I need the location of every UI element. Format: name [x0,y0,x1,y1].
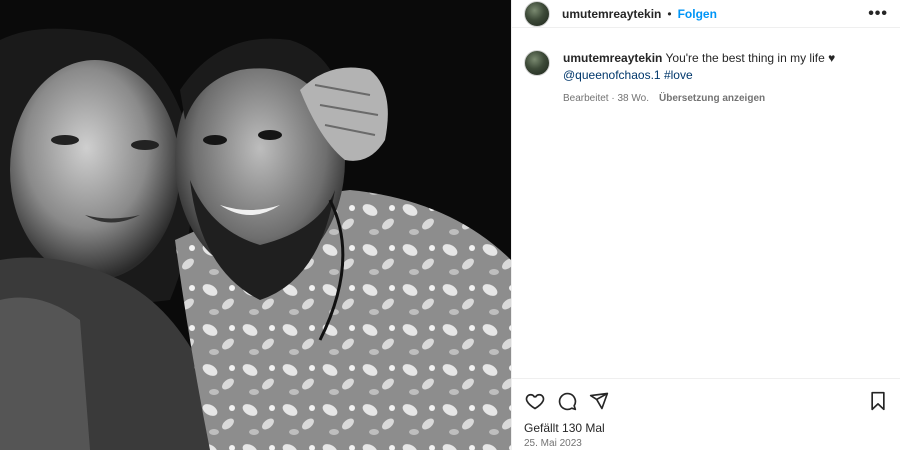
header-username[interactable]: umutemreaytekin [562,7,661,21]
follow-button[interactable]: Folgen [678,7,717,21]
post-sidebar: umutemreaytekin • Folgen ••• umutemreayt… [511,0,900,450]
caption-meta: Bearbeitet · 38 Wo. Übersetzung anzeigen [563,90,863,107]
post-header: umutemreaytekin • Folgen ••• [512,0,900,28]
caption: umutemreaytekin You're the best thing in… [512,38,900,107]
comment-icon[interactable] [556,390,578,412]
more-options-icon[interactable]: ••• [868,5,888,23]
action-bar: Gefällt 130 Mal 25. Mai 2023 [512,378,900,450]
heart-icon[interactable] [524,390,546,412]
caption-text: You're the best thing in my life ♥ [665,51,836,65]
caption-username[interactable]: umutemreaytekin [563,51,662,65]
bookmark-icon[interactable] [867,390,889,412]
edited-label: Bearbeitet · 38 Wo. [563,93,649,104]
mention-link[interactable]: @queenofchaos.1 [563,68,661,82]
post-photo [0,0,511,450]
photo-image [0,0,511,450]
caption-avatar[interactable] [524,50,550,76]
share-icon[interactable] [588,390,610,412]
translate-button[interactable]: Übersetzung anzeigen [659,90,765,107]
separator-dot: • [667,6,672,21]
caption-body: umutemreaytekin You're the best thing in… [563,50,863,107]
avatar[interactable] [524,0,550,27]
hashtag-link[interactable]: #love [664,68,693,82]
icon-row [512,379,900,423]
post-date: 25. Mai 2023 [524,438,582,449]
likes-count[interactable]: Gefällt 130 Mal [512,421,900,435]
